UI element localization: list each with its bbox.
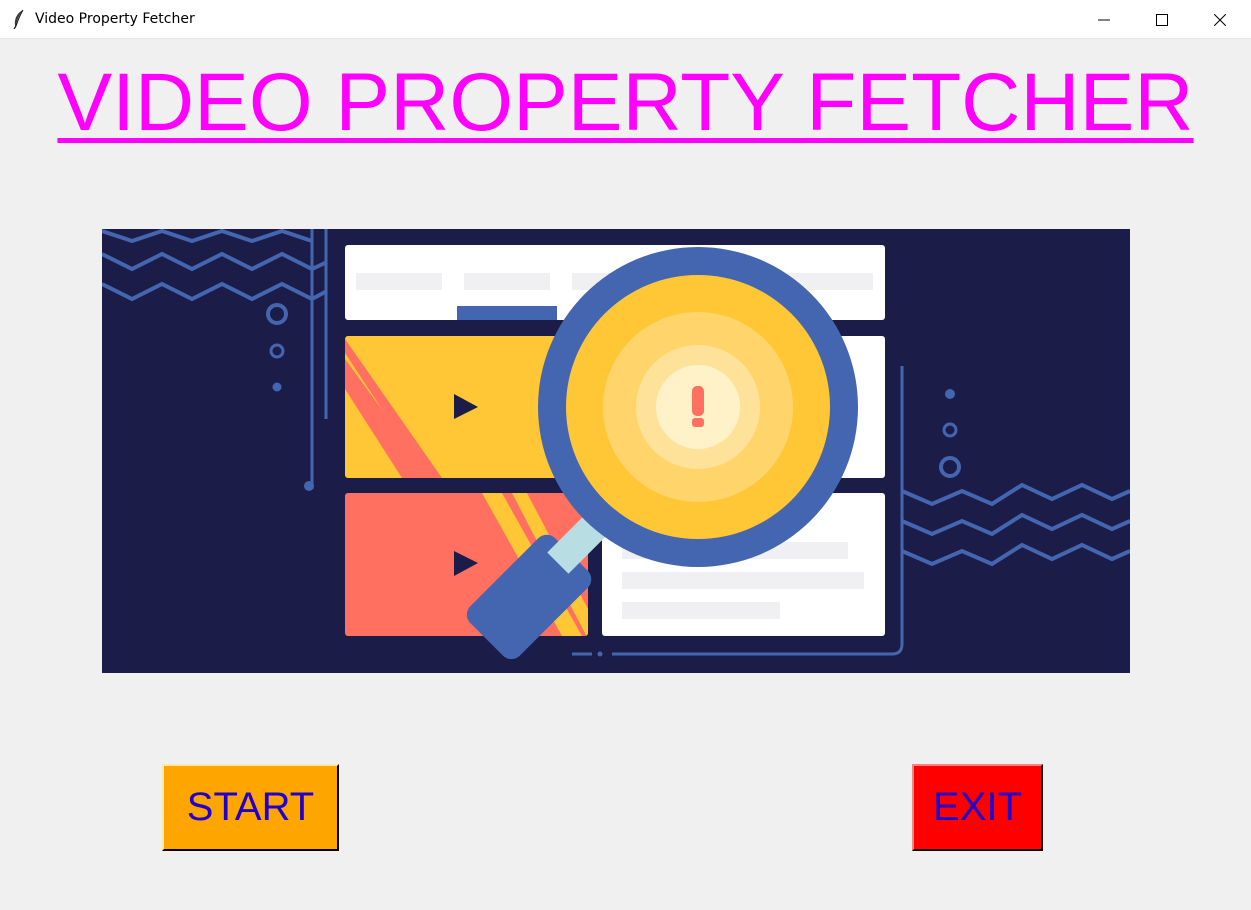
exit-button[interactable]: EXIT (912, 764, 1043, 851)
close-icon (1214, 13, 1226, 26)
video-search-illustration (102, 229, 1130, 673)
minimize-button[interactable] (1075, 0, 1133, 39)
maximize-icon (1156, 13, 1168, 26)
feather-icon (13, 9, 24, 29)
minimize-icon (1098, 19, 1110, 20)
maximize-button[interactable] (1133, 0, 1191, 39)
window-title: Video Property Fetcher (35, 11, 195, 27)
window-titlebar: Video Property Fetcher (0, 0, 1251, 39)
close-button[interactable] (1191, 0, 1249, 39)
start-button[interactable]: START (162, 764, 339, 851)
page-title: VIDEO PROPERTY FETCHER (57, 57, 1194, 148)
